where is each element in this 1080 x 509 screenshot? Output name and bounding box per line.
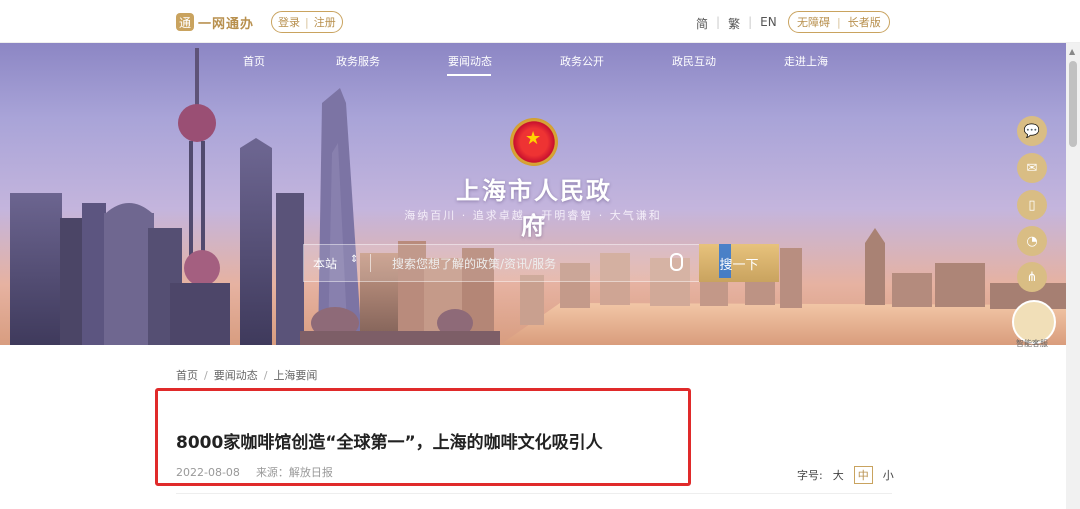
search-bar: 本站 ⇕ 搜索您想了解的政策/资讯/服务 搜一下 <box>303 244 779 282</box>
breadcrumb: 首页 / 要闻动态 / 上海要闻 <box>176 369 318 382</box>
site-motto: 海纳百川 · 追求卓越 · 开明睿智 · 大气谦和 <box>404 209 662 222</box>
nav-active-indicator <box>447 74 491 76</box>
article-date: 2022-08-08 <box>176 466 240 479</box>
article-divider <box>176 493 892 494</box>
register-link[interactable]: 注册 <box>314 14 336 30</box>
wechat-icon[interactable]: 💬 <box>1017 116 1047 146</box>
sort-arrows-icon[interactable]: ⇕ <box>350 254 358 265</box>
accessibility-link[interactable]: 无障碍 <box>797 14 830 30</box>
search-button[interactable]: 搜一下 <box>699 244 779 282</box>
national-emblem-icon: ★ <box>510 118 558 166</box>
accessibility-links: 无障碍 | 长者版 <box>788 11 890 33</box>
main-nav: 首页 政务服务 要闻动态 政务公开 政民互动 走进上海 <box>0 43 1066 77</box>
auth-links: 登录 | 注册 <box>271 11 343 33</box>
font-size-medium[interactable]: 中 <box>853 466 873 484</box>
breadcrumb-home[interactable]: 首页 <box>176 369 198 382</box>
assistant-label: 智能客服 <box>1016 339 1048 348</box>
lang-simplified[interactable]: 简 <box>696 15 708 32</box>
top-bar: 通 一网通办 登录 | 注册 简 | 繁 | EN 无障碍 | 长者版 <box>0 0 1080 43</box>
logo-icon: 通 <box>176 13 194 31</box>
lang-traditional[interactable]: 繁 <box>728 15 740 32</box>
share-icon[interactable]: ⋔ <box>1017 262 1047 292</box>
search-divider <box>370 254 371 272</box>
site-title: 上海市人民政府 <box>456 177 612 240</box>
lang-english[interactable]: EN <box>760 15 777 32</box>
font-size-switcher: 字号: 大 中 小 <box>797 466 894 484</box>
nav-interaction[interactable]: 政民互动 <box>672 53 716 69</box>
nav-open-gov[interactable]: 政务公开 <box>560 53 604 69</box>
nav-home[interactable]: 首页 <box>243 53 265 69</box>
nav-about-shanghai[interactable]: 走进上海 <box>784 53 828 69</box>
scroll-up-icon[interactable]: ▲ <box>1069 47 1075 56</box>
article-meta: 2022-08-08 来源：解放日报 <box>176 464 333 480</box>
mail-icon[interactable]: ✉ <box>1017 153 1047 183</box>
article-title: 8000家咖啡馆创造“全球第一”，上海的咖啡文化吸引人 <box>176 433 603 453</box>
font-size-label: 字号: <box>797 469 823 482</box>
elder-mode-link[interactable]: 长者版 <box>848 14 881 30</box>
breadcrumb-news[interactable]: 要闻动态 <box>214 369 258 382</box>
rss-icon[interactable]: ◔ <box>1017 226 1047 256</box>
nav-news[interactable]: 要闻动态 <box>448 53 492 69</box>
language-switcher: 简 | 繁 | EN <box>696 15 777 32</box>
site-logo[interactable]: 通 一网通办 <box>176 11 254 33</box>
article-source: 来源：解放日报 <box>255 466 333 479</box>
search-scope-select[interactable]: 本站 <box>313 255 337 272</box>
hero-banner: 首页 政务服务 要闻动态 政务公开 政民互动 走进上海 ★ 上海市人民政府 海纳… <box>0 43 1066 345</box>
search-input[interactable]: 搜索您想了解的政策/资讯/服务 <box>392 255 556 272</box>
nav-services[interactable]: 政务服务 <box>336 53 380 69</box>
page-scrollbar[interactable]: ▲ <box>1066 43 1080 509</box>
mobile-icon[interactable]: ▯ <box>1017 190 1047 220</box>
logo-text: 一网通办 <box>198 16 255 32</box>
login-link[interactable]: 登录 <box>278 14 300 30</box>
search-button-label: 搜一下 <box>719 257 759 273</box>
scrollbar-thumb[interactable] <box>1069 61 1077 147</box>
font-size-large[interactable]: 大 <box>833 467 844 483</box>
microphone-icon[interactable] <box>670 253 683 271</box>
font-size-small[interactable]: 小 <box>883 467 894 483</box>
breadcrumb-shanghai-news[interactable]: 上海要闻 <box>273 369 317 382</box>
